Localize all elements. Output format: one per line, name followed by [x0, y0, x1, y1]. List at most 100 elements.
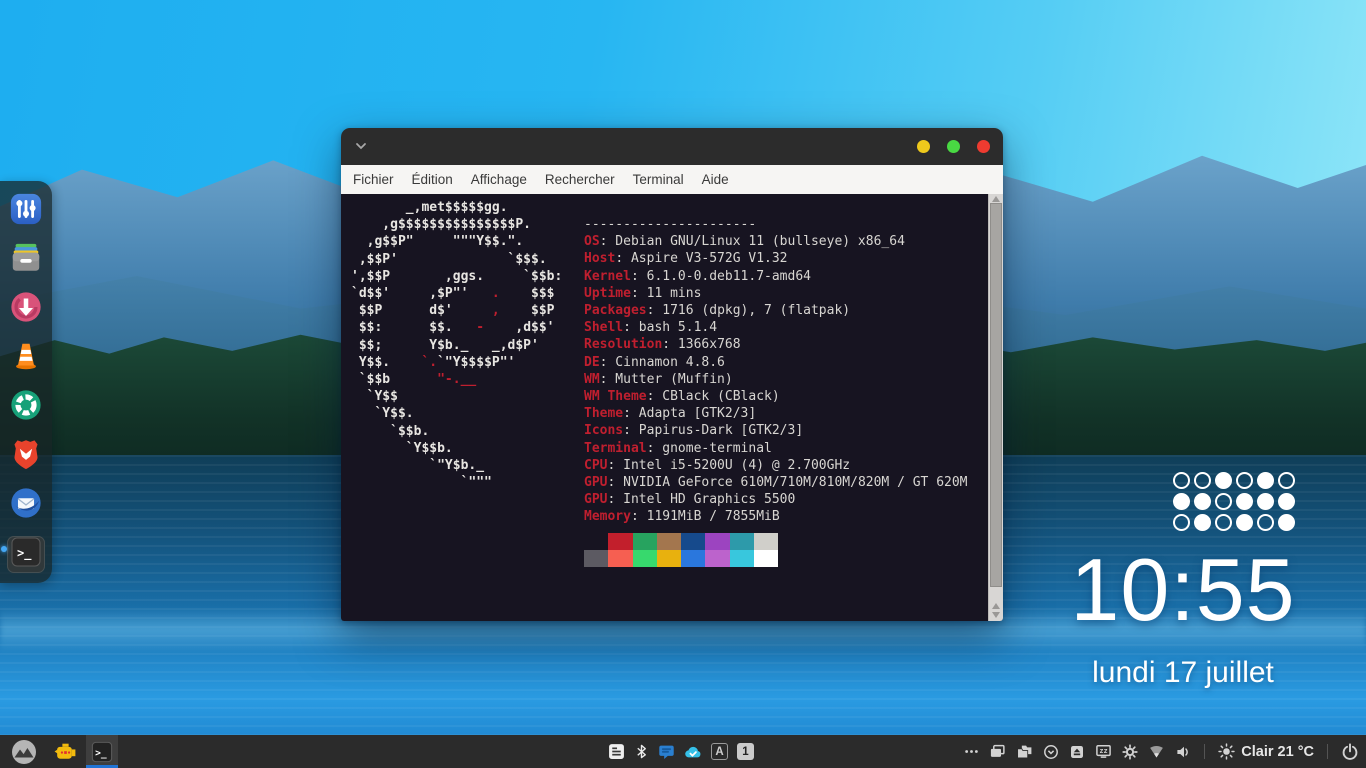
- ascii-art-line: ',$$P ,ggs. `$$b:: [351, 268, 562, 285]
- binary-clock-desklet: [1173, 472, 1295, 531]
- close-button[interactable]: [977, 140, 990, 153]
- dock-item-archive-manager[interactable]: [7, 242, 45, 279]
- terminal-color-palette: [584, 533, 778, 567]
- neofetch-info-line: Kernel: 6.1.0-0.deb11.7-amd64: [584, 268, 968, 285]
- palette-swatch: [657, 533, 681, 550]
- terminal-window: FichierÉditionAffichageRechercherTermina…: [341, 128, 1003, 621]
- binary-clock-dot: [1278, 493, 1295, 510]
- binary-clock-dot: [1215, 514, 1232, 531]
- palette-swatch: [608, 550, 632, 567]
- notes-icon[interactable]: [608, 743, 625, 760]
- dock-item-update-manager[interactable]: [7, 291, 45, 328]
- menu-item-aide[interactable]: Aide: [693, 165, 738, 194]
- archive-manager-icon: [9, 241, 43, 280]
- scrollbar-track: [988, 194, 1003, 621]
- weather-applet[interactable]: Clair 21 °C: [1218, 743, 1314, 760]
- ascii-art-line: `d$$' ,$P"' . $$$: [351, 285, 562, 302]
- dock-item-vlc[interactable]: [7, 340, 45, 377]
- teapot-icon: [53, 739, 78, 764]
- binary-clock-dot: [1194, 472, 1211, 489]
- update-manager-icon: [9, 290, 43, 329]
- mixer-settings-icon: [9, 192, 43, 231]
- binary-clock-dot: [1215, 493, 1232, 510]
- neofetch-info-line: Memory: 1191MiB / 7855MiB: [584, 508, 968, 525]
- ascii-art-line: `Y$$.: [351, 405, 562, 422]
- palette-swatch: [730, 550, 754, 567]
- menu-item-rechercher[interactable]: Rechercher: [536, 165, 624, 194]
- palette-swatch: [730, 533, 754, 550]
- chat-icon[interactable]: [658, 743, 675, 760]
- menu-item-edition[interactable]: Édition: [403, 165, 462, 194]
- chevron-down-icon[interactable]: [354, 140, 368, 152]
- windows-stack-icon[interactable]: [989, 743, 1006, 760]
- neofetch-info-line: Resolution: 1366x768: [584, 336, 968, 353]
- clock-icon[interactable]: [1043, 744, 1059, 760]
- palette-swatch: [584, 550, 608, 567]
- panel-left-zone: >_: [4, 735, 118, 768]
- dock-item-thunderbird[interactable]: [7, 487, 45, 524]
- running-indicator-dot: [1, 546, 7, 552]
- ascii-art-line: `Y$$b.: [351, 440, 562, 457]
- dock-item-mixer-settings[interactable]: [7, 193, 45, 230]
- scrollbar-down-arrow[interactable]: [992, 612, 1000, 618]
- screensaver-icon[interactable]: zz: [1095, 743, 1112, 760]
- desktop: >_ FichierÉditionAffichageRechercherTerm…: [0, 0, 1366, 768]
- taskbar-window-button-terminal[interactable]: >_: [86, 735, 118, 768]
- neofetch-info-line: OS: Debian GNU/Linux 11 (bullseye) x86_6…: [584, 233, 968, 250]
- folders-stack-icon[interactable]: [1016, 743, 1033, 760]
- cloud-sync-icon[interactable]: [684, 743, 702, 761]
- scrollbar-secondary-up-arrow[interactable]: [992, 603, 1000, 609]
- dock-item-screenshot[interactable]: [7, 389, 45, 426]
- scrollbar-up-arrow[interactable]: [992, 196, 1000, 202]
- separator: [1327, 744, 1328, 759]
- overflow-dots-icon[interactable]: [964, 744, 979, 759]
- menu-item-fichier[interactable]: Fichier: [344, 165, 403, 194]
- dock-item-brave-browser[interactable]: [7, 438, 45, 475]
- binary-clock-dot: [1215, 472, 1232, 489]
- dock: >_: [0, 181, 52, 583]
- palette-swatch: [608, 533, 632, 550]
- palette-row-2: [584, 550, 778, 567]
- window-titlebar[interactable]: [341, 128, 1003, 165]
- window-menubar: FichierÉditionAffichageRechercherTermina…: [341, 165, 1003, 194]
- ascii-art-line: ,$$P' `$$$.: [351, 251, 562, 268]
- gear-icon[interactable]: [1122, 744, 1138, 760]
- menu-item-terminal[interactable]: Terminal: [624, 165, 693, 194]
- removable-drive-icon[interactable]: [1069, 744, 1085, 760]
- minimize-button[interactable]: [917, 140, 930, 153]
- scrollbar-thumb[interactable]: [990, 203, 1002, 587]
- neofetch-info-line: CPU: Intel i5-5200U (4) @ 2.700GHz: [584, 457, 968, 474]
- palette-swatch: [657, 550, 681, 567]
- ascii-art-line: $$: $$. - ,d$$': [351, 319, 562, 336]
- svg-text:>_: >_: [17, 546, 32, 561]
- maximize-button[interactable]: [947, 140, 960, 153]
- palette-swatch: [633, 533, 657, 550]
- workspace-indicator[interactable]: 1: [737, 743, 754, 760]
- terminal-window-icon: >_: [91, 741, 113, 763]
- palette-swatch: [584, 533, 608, 550]
- menu-button[interactable]: [4, 735, 44, 768]
- ascii-art-line: `Y$$: [351, 388, 562, 405]
- bluetooth-icon[interactable]: [634, 744, 649, 759]
- palette-swatch: [705, 533, 729, 550]
- menu-item-affichage[interactable]: Affichage: [462, 165, 536, 194]
- network-icon[interactable]: [1148, 743, 1165, 760]
- neofetch-info-line: Shell: bash 5.1.4: [584, 319, 968, 336]
- volume-icon[interactable]: [1175, 744, 1191, 760]
- palette-swatch: [754, 550, 778, 567]
- neofetch-info-line: GPU: NVIDIA GeForce 610M/710M/810M/820M …: [584, 474, 968, 491]
- keyboard-layout-indicator[interactable]: A: [711, 743, 728, 760]
- neofetch-separator: ----------------------: [584, 216, 968, 233]
- ascii-art-line: ,g$$P" """Y$$.".: [351, 233, 562, 250]
- sun-icon: [1218, 743, 1235, 760]
- ascii-art-line: Y$$. `.`"Y$$$$P"': [351, 354, 562, 371]
- ascii-art-line: ,g$$$$$$$$$$$$$$$P.: [351, 216, 562, 233]
- palette-swatch: [754, 533, 778, 550]
- power-icon[interactable]: [1341, 743, 1359, 761]
- teapot-button[interactable]: [44, 735, 86, 768]
- dock-item-terminal[interactable]: >_: [7, 536, 45, 573]
- binary-clock-dot: [1257, 514, 1274, 531]
- terminal-content[interactable]: _,met$$$$$gg. ,g$$$$$$$$$$$$$$$P. ,g$$P"…: [341, 194, 1003, 621]
- binary-clock-dot: [1257, 493, 1274, 510]
- separator: [1204, 744, 1205, 759]
